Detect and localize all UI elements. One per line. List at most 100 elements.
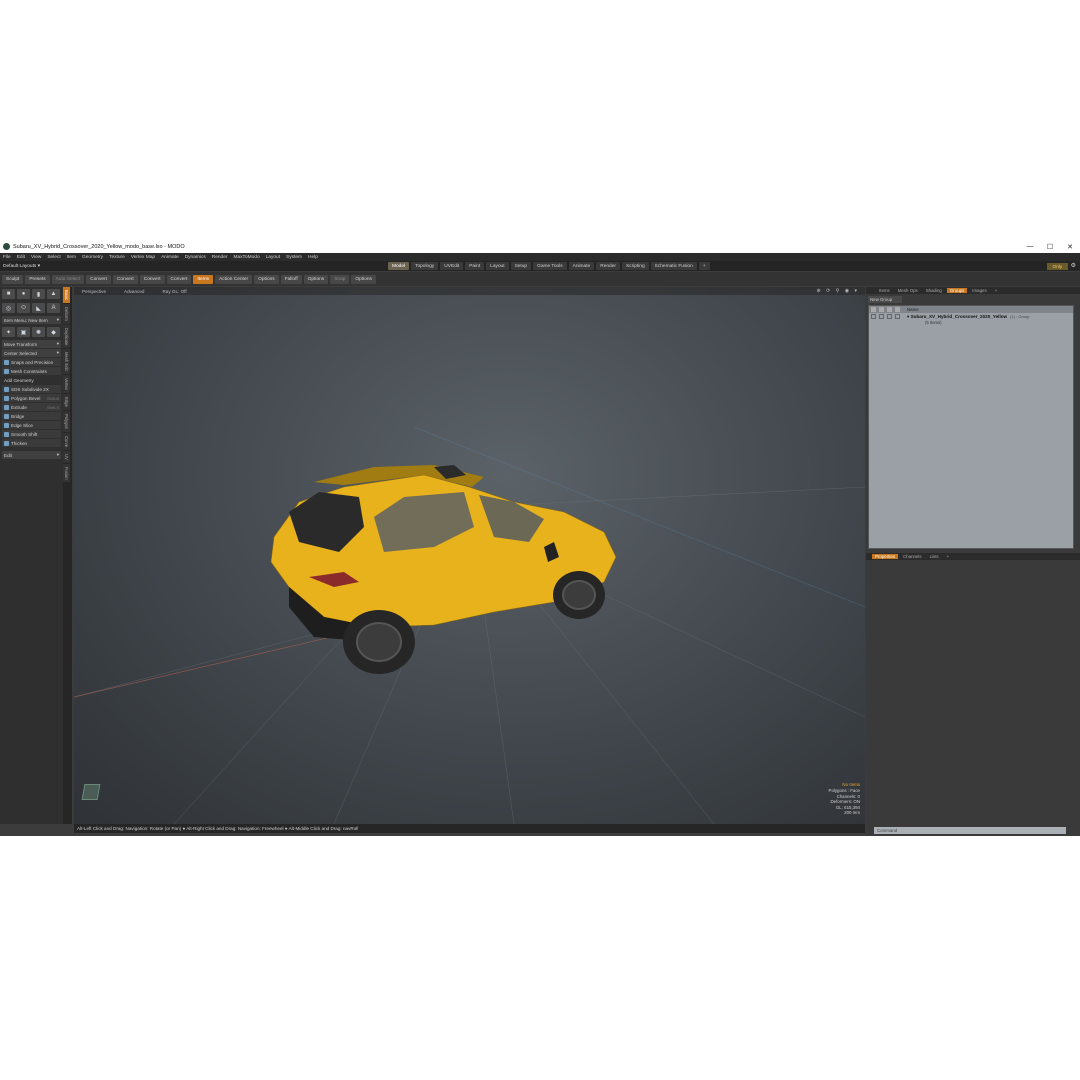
tab-model[interactable]: Model — [388, 262, 410, 270]
items-mode-button[interactable]: Items — [193, 274, 214, 284]
add-geometry-header[interactable]: Add Geometry — [2, 377, 61, 384]
menu-file[interactable]: File — [3, 255, 11, 260]
vtab-edge[interactable]: Edge — [63, 393, 70, 410]
capsule-icon[interactable]: ⬭ — [17, 303, 30, 313]
snaps-button[interactable]: Snaps and Precision — [2, 358, 61, 366]
command-input[interactable]: Command — [874, 827, 1066, 834]
torus-icon[interactable]: ◎ — [2, 303, 15, 313]
convert-materials-button[interactable]: Convert — [166, 274, 192, 284]
menu-animate[interactable]: Animate — [161, 255, 179, 260]
cube-icon[interactable]: ■ — [2, 289, 15, 299]
action-center-options-button[interactable]: Options — [254, 274, 279, 284]
tool-edge-slice[interactable]: Edge Slice — [2, 421, 61, 429]
text-icon[interactable]: A — [47, 303, 60, 313]
tab-channels[interactable]: Channels — [900, 554, 925, 559]
vtab-vertex[interactable]: Vertex — [63, 375, 70, 393]
tool-smooth-shift[interactable]: Smooth Shift — [2, 430, 61, 438]
locator-icon[interactable]: ✦ — [2, 327, 15, 337]
edit-dropdown[interactable]: Edit ▾ — [2, 451, 61, 459]
tab-topology[interactable]: Topology — [411, 262, 439, 270]
tab-render[interactable]: Render — [596, 262, 620, 270]
mesh-constraints-button[interactable]: Mesh Constraints — [2, 367, 61, 375]
maximize-button[interactable]: ☐ — [1040, 240, 1060, 253]
tab-mesh-ops[interactable]: Mesh Ops — [895, 288, 921, 293]
cone-icon[interactable]: ▲ — [47, 289, 60, 299]
sculpt-button[interactable]: Sculpt — [2, 274, 24, 284]
name-column-header[interactable]: Name — [907, 307, 919, 312]
action-center-button[interactable]: Action Center — [215, 274, 253, 284]
tab-properties[interactable]: Properties — [872, 554, 899, 559]
falloff-options-button[interactable]: Options — [303, 274, 329, 284]
tab-groups[interactable]: Groups — [946, 288, 968, 293]
tab-schematic-fusion[interactable]: Schematic Fusion — [650, 262, 697, 270]
menu-system[interactable]: System — [286, 255, 302, 260]
volume-icon[interactable]: ◆ — [47, 327, 60, 337]
new-group-button[interactable]: New Group — [868, 296, 902, 303]
vtab-uv[interactable]: UV — [63, 451, 70, 463]
tool-sds-subdivide[interactable]: SDS Subdivide 2X — [2, 385, 61, 393]
minimize-button[interactable]: — — [1020, 240, 1040, 253]
camera-icon[interactable]: ▣ — [17, 327, 30, 337]
tab-scripting[interactable]: Scripting — [621, 262, 649, 270]
axis-widget[interactable] — [81, 784, 101, 800]
3d-viewport[interactable]: Perspective Advanced Ray GL: Off ⊕ ⟳ ⚲ ◉… — [74, 287, 865, 824]
menu-geometry[interactable]: Geometry — [82, 255, 103, 260]
add-tab-button[interactable]: + — [698, 262, 710, 270]
menu-vertex-map[interactable]: Vertex Map — [131, 255, 155, 260]
tool-polygon-bevel[interactable]: Polygon Bevel Shift-B — [2, 394, 61, 402]
center-selected-dropdown[interactable]: Center Selected ▾ — [2, 349, 61, 357]
tab-images[interactable]: Images — [969, 288, 989, 293]
menu-layout[interactable]: Layout — [266, 255, 280, 260]
menu-texture[interactable]: Texture — [109, 255, 125, 260]
tab-lists[interactable]: Lists — [927, 554, 942, 559]
vtab-duplicate[interactable]: Duplicate — [63, 324, 70, 349]
menu-select[interactable]: Select — [47, 255, 60, 260]
tab-shading[interactable]: Shading — [923, 288, 945, 293]
vtab-fusion[interactable]: Fusion — [63, 463, 70, 483]
vtab-deform[interactable]: Deform — [63, 304, 70, 324]
group-row[interactable]: ▾ Subaru_XV_Hybrid_Crossover_2020_Yellow… — [869, 313, 1073, 320]
snap-button[interactable]: Snap — [330, 274, 350, 284]
visibility-toggle[interactable] — [871, 314, 876, 319]
menu-maxtomodo[interactable]: MaxToModo — [233, 255, 259, 260]
item-menu-dropdown[interactable]: Item Menu: New Item ▾ — [2, 316, 61, 324]
light-icon[interactable]: ✺ — [32, 327, 45, 337]
wedge-icon[interactable]: ◣ — [32, 303, 45, 313]
menu-edit[interactable]: Edit — [17, 255, 25, 260]
render-toggle[interactable] — [895, 314, 900, 319]
add-properties-tab-button[interactable]: + — [944, 554, 953, 559]
tab-layout[interactable]: Layout — [486, 262, 509, 270]
tab-setup[interactable]: Setup — [510, 262, 532, 270]
tab-animate[interactable]: Animate — [568, 262, 595, 270]
convert-vertices-button[interactable]: Convert — [86, 274, 111, 284]
convert-polygons-button[interactable]: Convert — [139, 274, 165, 284]
vtab-curve[interactable]: Curve — [63, 432, 70, 451]
vtab-basic[interactable]: Basic — [63, 287, 70, 304]
auto-select-button[interactable]: Auto Select — [51, 274, 85, 284]
vtab-polygon[interactable]: Polygon — [63, 410, 70, 432]
tool-bridge[interactable]: Bridge — [2, 412, 61, 420]
close-button[interactable]: ✕ — [1060, 240, 1080, 253]
menu-render[interactable]: Render — [212, 255, 228, 260]
layout-selector[interactable]: Default Layouts ▾ — [3, 264, 40, 269]
move-transform-dropdown[interactable]: Move Transform ▾ — [2, 340, 61, 348]
tab-items[interactable]: Items — [876, 288, 893, 293]
select-toggle[interactable] — [887, 314, 892, 319]
tool-thicken[interactable]: Thicken — [2, 439, 61, 447]
menu-view[interactable]: View — [31, 255, 41, 260]
menu-dynamics[interactable]: Dynamics — [185, 255, 206, 260]
only-toggle[interactable]: Only — [1046, 262, 1068, 270]
menu-help[interactable]: Help — [308, 255, 318, 260]
sphere-icon[interactable]: ● — [17, 289, 30, 299]
add-panel-tab-button[interactable]: + — [992, 288, 1001, 293]
menu-item[interactable]: Item — [67, 255, 76, 260]
snap-options-button[interactable]: Options — [351, 274, 376, 284]
convert-edges-button[interactable]: Convert — [112, 274, 138, 284]
vtab-mesh-edit[interactable]: Mesh Edit — [63, 349, 70, 375]
tab-paint[interactable]: Paint — [465, 262, 485, 270]
falloff-button[interactable]: Falloff — [280, 274, 302, 284]
tab-uvedit[interactable]: UVEdit — [440, 262, 464, 270]
tab-game-tools[interactable]: Game Tools — [533, 262, 567, 270]
tool-extrude[interactable]: Extrude Shift-X — [2, 403, 61, 411]
cylinder-icon[interactable]: ▮ — [32, 289, 45, 299]
